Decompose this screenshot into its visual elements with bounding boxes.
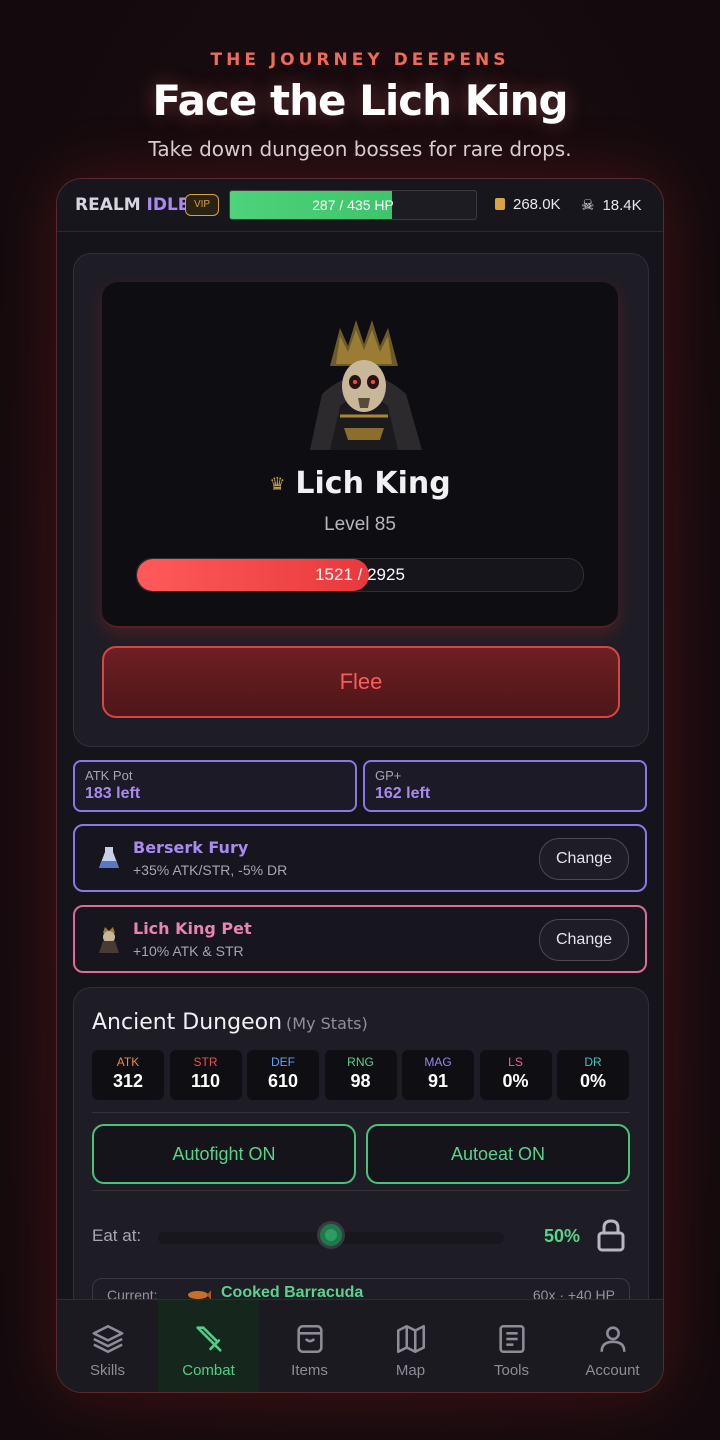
flee-button[interactable]: Flee xyxy=(102,646,620,718)
nav-tools[interactable]: Tools xyxy=(461,1300,562,1392)
change-prayer-button[interactable]: Change xyxy=(539,838,629,880)
app-logo: REALM IDLE xyxy=(75,195,189,215)
stat-atk: ATK 312 xyxy=(92,1050,164,1100)
boss-level: Level 85 xyxy=(324,514,396,535)
player-hp-bar: 287 / 435 HP xyxy=(229,190,477,220)
divider xyxy=(92,1190,630,1191)
top-bar: REALM IDLE VIP 287 / 435 HP 268.0K ☠ 18.4… xyxy=(57,179,663,232)
promo-eyebrow: THE JOURNEY DEEPENS xyxy=(210,50,510,70)
nav-map[interactable]: Map xyxy=(360,1300,461,1392)
nav-label: Account xyxy=(585,1362,640,1379)
autofight-toggle[interactable]: Autofight ON xyxy=(92,1124,356,1184)
player-hp-text: 287 / 435 HP xyxy=(312,197,394,213)
stat-value: 0% xyxy=(579,1071,606,1091)
prayer-slot: Berserk Fury +35% ATK/STR, -5% DR Change xyxy=(73,824,647,892)
slot-desc: +10% ATK & STR xyxy=(133,943,244,959)
nav-combat[interactable]: Combat xyxy=(158,1300,259,1392)
stat-value: 610 xyxy=(267,1071,299,1091)
nav-label: Items xyxy=(291,1362,328,1379)
atk-pot-card[interactable]: ATK Pot 183 left xyxy=(73,760,357,812)
stat-key: DR xyxy=(584,1055,602,1069)
stat-key: ATK xyxy=(116,1055,140,1069)
berserk-potion-icon xyxy=(99,847,119,868)
bag-icon xyxy=(297,1324,323,1354)
slot-name: Berserk Fury xyxy=(133,838,249,857)
stat-key: RNG xyxy=(347,1055,374,1069)
boss-name-text: Lich King xyxy=(295,466,451,501)
boss-hp-bar: 1521 / 2925 xyxy=(136,558,584,592)
stat-ls: LS 0% xyxy=(479,1050,552,1100)
nav-label: Combat xyxy=(182,1362,235,1379)
clipboard-icon xyxy=(499,1324,525,1354)
stat-key: STR xyxy=(193,1055,218,1069)
nav-items[interactable]: Items xyxy=(259,1300,360,1392)
stat-def: DEF 610 xyxy=(247,1050,319,1100)
logo-idle: IDLE xyxy=(146,195,190,215)
divider xyxy=(92,1112,630,1113)
user-icon xyxy=(600,1326,626,1352)
logo-realm: REALM xyxy=(75,195,141,215)
stat-key: MAG xyxy=(424,1055,452,1069)
slot-desc: +35% ATK/STR, -5% DR xyxy=(133,862,288,878)
lich-king-pet-icon xyxy=(99,927,119,953)
promo-title: Face the Lich King xyxy=(152,76,568,125)
skull-icon: ☠ xyxy=(581,197,595,214)
layers-icon xyxy=(92,1324,124,1354)
nav-label: Map xyxy=(395,1362,426,1379)
stat-value: 312 xyxy=(112,1071,144,1091)
lock-icon[interactable] xyxy=(596,1218,626,1252)
gold-bar-icon xyxy=(495,198,505,210)
gold-counter: 268.0K xyxy=(495,196,561,213)
slider-handle[interactable] xyxy=(317,1221,345,1249)
crown-icon: ♛ xyxy=(269,474,286,495)
gp-pot-card[interactable]: GP+ 162 left xyxy=(363,760,647,812)
stat-mag: MAG 91 xyxy=(402,1050,474,1100)
nav-account[interactable]: Account xyxy=(562,1300,663,1392)
boss-card: ♛ Lich King Level 85 1521 / 2925 xyxy=(102,282,618,628)
autoeat-toggle[interactable]: Autoeat ON xyxy=(366,1124,630,1184)
stats-row: ATK 312 STR 110 DEF 610 RNG 98 MAG 91 LS 0% DR 0% xyxy=(92,1050,629,1100)
boss-panel: ♛ Lich King Level 85 1521 / 2925 Flee xyxy=(73,253,649,747)
vip-badge[interactable]: VIP xyxy=(185,194,219,216)
stat-value: 110 xyxy=(190,1071,221,1091)
lich-king-portrait xyxy=(310,320,422,450)
eat-threshold-value: 50% xyxy=(544,1226,581,1246)
eat-at-label: Eat at: xyxy=(92,1226,142,1245)
nav-skills[interactable]: Skills xyxy=(57,1300,158,1392)
change-pet-button[interactable]: Change xyxy=(539,919,629,961)
app-screen: REALM IDLE VIP 287 / 435 HP 268.0K ☠ 18.4… xyxy=(56,178,664,1393)
map-icon xyxy=(396,1324,426,1354)
promo-subtitle: Take down dungeon bosses for rare drops. xyxy=(148,137,572,161)
slot-name: Lich King Pet xyxy=(133,919,252,938)
nav-label: Tools xyxy=(493,1362,530,1379)
sword-icon xyxy=(196,1326,222,1352)
dungeon-title: Ancient Dungeon (My Stats) xyxy=(92,1010,368,1035)
stat-rng: RNG 98 xyxy=(324,1050,397,1100)
stat-dr: DR 0% xyxy=(557,1050,629,1100)
stat-str: STR 110 xyxy=(169,1050,242,1100)
stat-value: 91 xyxy=(427,1071,449,1091)
atk-pot-label: ATK Pot xyxy=(85,768,133,783)
dungeon-name: Ancient Dungeon xyxy=(92,1010,283,1035)
gold-value: 268.0K xyxy=(513,196,561,213)
kills-counter: ☠ 18.4K xyxy=(581,196,642,214)
gp-pot-label: GP+ xyxy=(375,768,402,783)
atk-pot-value: 183 left xyxy=(85,785,141,802)
boss-name: ♛ Lich King xyxy=(102,466,618,501)
pet-slot: Lich King Pet +10% ATK & STR Change xyxy=(73,905,647,973)
stat-key: LS xyxy=(508,1055,523,1069)
stat-value: 0% xyxy=(502,1071,529,1091)
stat-key: DEF xyxy=(271,1055,295,1069)
kills-value: 18.4K xyxy=(602,197,642,214)
bottom-nav: Skills Combat Items Map Tools Account xyxy=(57,1299,663,1392)
stat-value: 98 xyxy=(350,1071,371,1091)
nav-label: Skills xyxy=(89,1362,125,1379)
boss-hp-text: 1521 / 2925 xyxy=(315,565,405,584)
gp-pot-value: 162 left xyxy=(375,785,431,802)
dungeon-subtitle: (My Stats) xyxy=(286,1014,368,1033)
